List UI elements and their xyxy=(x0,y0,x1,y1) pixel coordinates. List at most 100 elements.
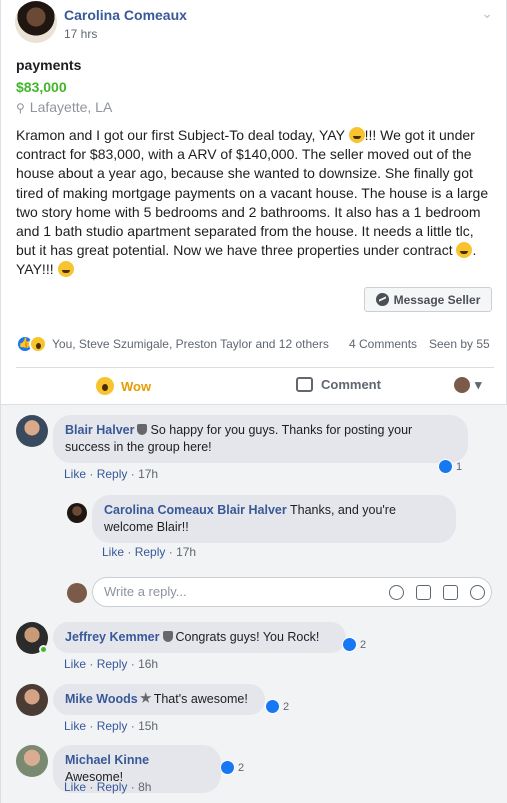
separator: · xyxy=(89,719,94,733)
comment-time[interactable]: 17h xyxy=(138,467,158,481)
reaction-count[interactable]: 2 xyxy=(265,699,289,714)
tagged-name[interactable]: Blair Halver xyxy=(217,503,286,517)
comment-meta: Like · Reply · 15h xyxy=(64,719,158,733)
avatar[interactable] xyxy=(67,503,87,523)
avatar xyxy=(67,583,87,603)
like-icon xyxy=(220,760,235,775)
location-text: Lafayette, LA xyxy=(29,99,113,115)
user-avatar xyxy=(454,377,470,393)
reaction-names[interactable]: You, Steve Szumigale, Preston Taylor and… xyxy=(52,337,329,351)
comment-text: Congrats guys! You Rock! xyxy=(175,630,320,644)
post-body-part-1: Kramon and I got our first Subject-To de… xyxy=(16,127,349,143)
reaction-count[interactable]: 1 xyxy=(438,459,462,474)
reply-input[interactable]: Write a reply... xyxy=(92,577,492,607)
commenter-name[interactable]: Carolina Comeaux xyxy=(104,503,214,517)
reply-link[interactable]: Reply xyxy=(135,545,166,559)
post-stats: 👍 You, Steve Szumigale, Preston Taylor a… xyxy=(16,334,496,354)
commenter-name[interactable]: Michael Kinne xyxy=(65,753,149,767)
emoji-icon[interactable] xyxy=(389,585,404,600)
reaction-count-value: 2 xyxy=(238,761,245,774)
comment-meta: Like · Reply · 16h xyxy=(64,657,158,671)
like-link[interactable]: Like xyxy=(102,545,124,559)
location-pin-icon: ⚲ xyxy=(16,101,25,115)
like-link[interactable]: Like xyxy=(64,780,86,794)
reaction-count[interactable]: 2 xyxy=(220,760,244,775)
separator: · xyxy=(127,545,132,559)
avatar[interactable] xyxy=(16,684,48,716)
separator: · xyxy=(89,657,94,671)
comment-time[interactable]: 16h xyxy=(138,657,158,671)
wow-reaction-icon[interactable] xyxy=(29,335,47,353)
comment-bubble: Blair Halver So happy for you guys. Thank… xyxy=(53,415,468,463)
comment-bubble: Jeffrey Kemmer Congrats guys! You Rock! xyxy=(53,622,346,653)
comment-bubble: Mike Woods That's awesome! xyxy=(53,684,265,715)
avatar[interactable] xyxy=(16,415,48,447)
reply-input-icons xyxy=(389,585,485,600)
avatar[interactable] xyxy=(16,745,48,777)
reply-bubble: Carolina Comeaux Blair Halver Thanks, an… xyxy=(92,495,456,543)
comment-time[interactable]: 8h xyxy=(138,780,151,794)
like-link[interactable]: Like xyxy=(64,467,86,481)
reaction-count-value: 1 xyxy=(456,460,463,473)
post-header: Carolina Comeaux 17 hrs ⌄ xyxy=(15,1,495,45)
like-icon xyxy=(342,637,357,652)
comment-count[interactable]: 4 Comments xyxy=(349,337,417,351)
reply-link[interactable]: Reply xyxy=(97,467,128,481)
comment-icon xyxy=(296,377,313,392)
commenter-name[interactable]: Jeffrey Kemmer xyxy=(65,630,160,644)
reply-placeholder: Write a reply... xyxy=(104,584,187,599)
gif-icon[interactable] xyxy=(443,585,458,600)
author-name[interactable]: Carolina Comeaux xyxy=(64,7,187,23)
separator: · xyxy=(130,657,135,671)
listing-location: ⚲ Lafayette, LA xyxy=(16,99,112,115)
comment-time[interactable]: 17h xyxy=(176,545,196,559)
sticker-icon[interactable] xyxy=(470,585,485,600)
separator: · xyxy=(89,780,94,794)
badge-icon xyxy=(139,692,152,703)
author-avatar[interactable] xyxy=(15,1,57,43)
reaction-count-value: 2 xyxy=(360,638,367,651)
reaction-count-value: 2 xyxy=(283,700,290,713)
post-time[interactable]: 17 hrs xyxy=(64,27,97,41)
shield-icon xyxy=(137,424,148,435)
comments-section: Blair Halver So happy for you guys. Thank… xyxy=(1,404,507,803)
like-link[interactable]: Like xyxy=(64,719,86,733)
reply-link[interactable]: Reply xyxy=(97,780,128,794)
shield-icon xyxy=(162,631,173,642)
commenter-name[interactable]: Mike Woods xyxy=(65,692,138,706)
reply-link[interactable]: Reply xyxy=(97,719,128,733)
camera-icon[interactable] xyxy=(416,585,431,600)
commenter-name[interactable]: Blair Halver xyxy=(65,423,134,437)
wow-icon xyxy=(96,377,114,395)
grin-emoji-icon xyxy=(57,261,74,278)
comment-time[interactable]: 15h xyxy=(138,719,158,733)
listing-title: payments xyxy=(16,57,82,73)
reaction-count[interactable]: 2 xyxy=(342,637,366,652)
comment-label: Comment xyxy=(321,377,381,392)
message-seller-button[interactable]: Message Seller xyxy=(364,287,492,312)
message-seller-label: Message Seller xyxy=(393,292,481,307)
separator: · xyxy=(130,467,135,481)
chevron-down-icon[interactable]: ⌄ xyxy=(481,5,493,22)
grin-emoji-icon xyxy=(348,127,365,143)
separator: · xyxy=(89,467,94,481)
wow-label: Wow xyxy=(121,378,152,394)
separator: · xyxy=(168,545,173,559)
online-status-icon xyxy=(39,645,48,654)
reply-link[interactable]: Reply xyxy=(97,657,128,671)
comment-button[interactable]: Comment xyxy=(296,377,381,392)
like-link[interactable]: Like xyxy=(64,657,86,671)
post-card: Carolina Comeaux 17 hrs ⌄ payments $83,0… xyxy=(0,0,507,803)
seen-count[interactable]: Seen by 55 xyxy=(429,337,490,351)
messenger-icon xyxy=(375,293,389,306)
comment-text: That's awesome! xyxy=(153,692,248,706)
post-as-selector[interactable]: ▾ xyxy=(454,377,482,393)
comment-meta: Like · Reply · 8h xyxy=(64,780,151,794)
separator: · xyxy=(130,719,135,733)
like-icon xyxy=(265,699,280,714)
comment-meta: Like · Reply · 17h xyxy=(102,545,196,559)
action-bar: Wow Comment ▾ xyxy=(16,367,494,403)
scream-emoji-icon xyxy=(456,242,473,259)
wow-button[interactable]: Wow xyxy=(96,377,151,395)
post-body-part-2: !!! We got it under contract for $83,000… xyxy=(16,127,489,259)
